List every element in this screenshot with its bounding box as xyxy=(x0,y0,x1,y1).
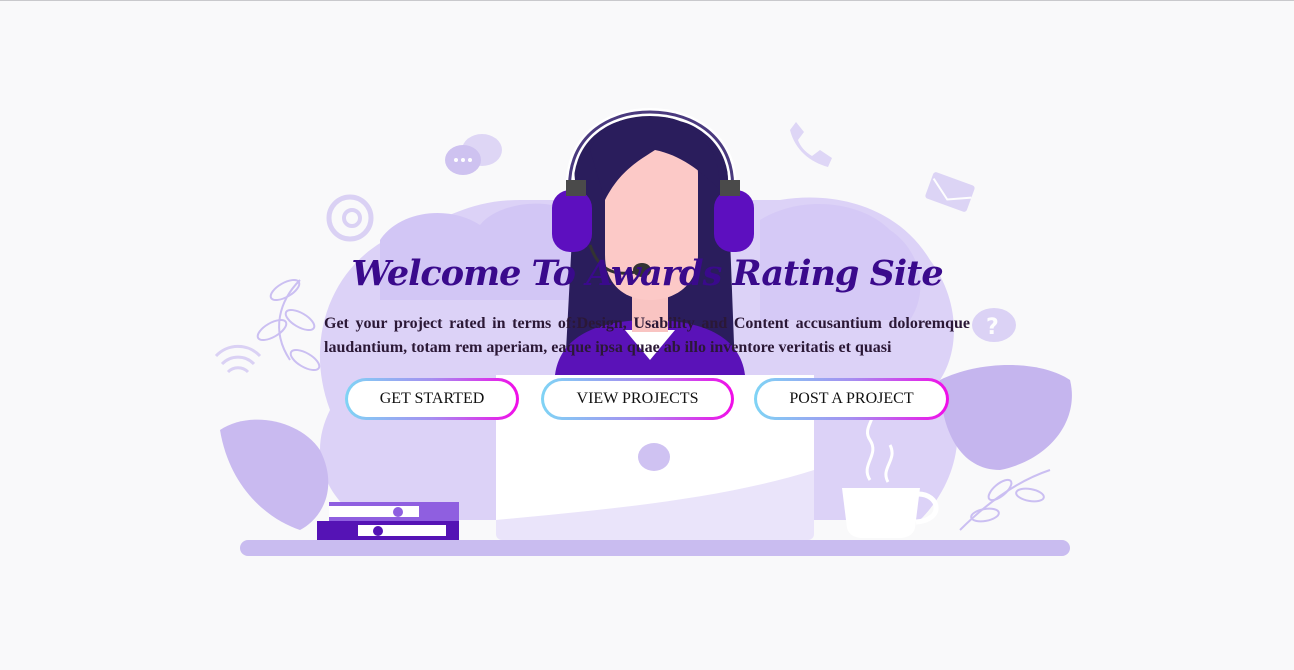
question-icon: ? xyxy=(972,308,1016,342)
get-started-button[interactable]: GET STARTED xyxy=(345,378,519,420)
at-sign-icon xyxy=(326,194,374,242)
hero-section: ? Welcome To Awards Rating Site Get your… xyxy=(0,0,1294,670)
leaf-left-icon xyxy=(220,278,329,530)
phone-icon xyxy=(790,122,832,167)
hero-subtitle: Get your project rated in terms of:Desig… xyxy=(324,315,970,356)
view-projects-button[interactable]: VIEW PROJECTS xyxy=(541,378,734,420)
envelope-icon xyxy=(925,172,975,212)
page-title: Welcome To Awards Rating Site xyxy=(351,253,943,294)
hero-content: Welcome To Awards Rating Site Get your p… xyxy=(324,248,970,360)
desk xyxy=(240,540,1070,556)
post-project-button[interactable]: POST A PROJECT xyxy=(754,378,949,420)
svg-text:?: ? xyxy=(986,315,999,340)
wifi-icon xyxy=(214,344,262,374)
leaf-right-icon xyxy=(940,365,1072,531)
chat-bubbles-icon xyxy=(445,134,502,175)
books-icon xyxy=(317,502,459,540)
